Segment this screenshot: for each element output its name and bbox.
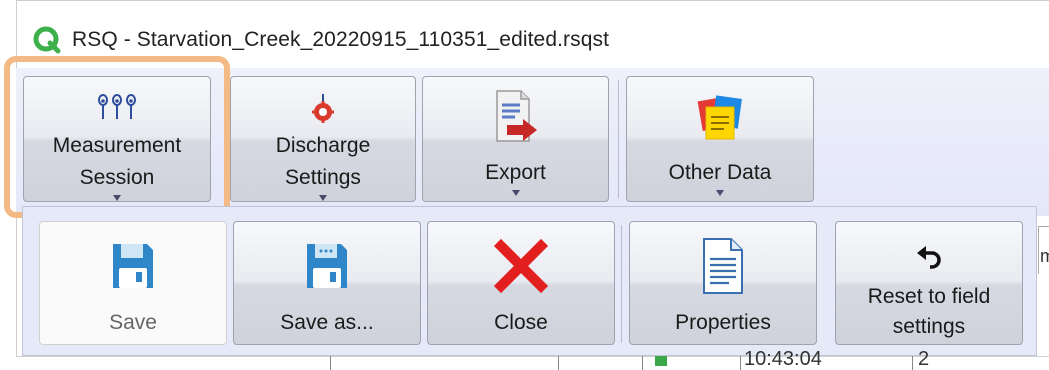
dropdown-caret-icon: [319, 195, 327, 201]
export-label: Export: [485, 161, 546, 184]
document-icon: [701, 236, 745, 296]
measurement-session-label: Measurement Session: [52, 134, 182, 189]
save-label: Save: [109, 311, 157, 334]
undo-arrow-icon: [914, 242, 944, 276]
measurement-session-button[interactable]: Measurement Session: [23, 76, 211, 202]
window-title: RSQ - Starvation_Creek_20220915_110351_e…: [72, 28, 610, 51]
grid-column-divider: [912, 356, 913, 370]
floppy-disk-dots-icon: [304, 236, 350, 296]
discharge-settings-label: Discharge Settings: [275, 134, 371, 189]
discharge-settings-button[interactable]: Discharge Settings: [230, 76, 416, 202]
background-partial-text: m: [1040, 246, 1049, 266]
properties-label: Properties: [675, 311, 771, 334]
red-x-icon: [493, 236, 549, 296]
save-button[interactable]: Save: [39, 221, 227, 345]
background-grid-row: [16, 356, 1049, 370]
dropdown-caret-icon: [113, 195, 121, 201]
save-as-label: Save as...: [280, 311, 374, 334]
grid-column-divider: [558, 356, 559, 370]
main-ribbon: Measurement Session Discharge Settings E…: [16, 68, 1049, 216]
measurement-session-submenu: Save Save as... Close Properties Reset t…: [22, 206, 1037, 356]
close-button[interactable]: Close: [427, 221, 615, 345]
ribbon-separator: [618, 80, 619, 198]
reset-to-field-settings-label: Reset to field settings: [867, 285, 991, 338]
floppy-disk-icon: [110, 236, 156, 296]
other-data-button[interactable]: Other Data: [626, 76, 814, 202]
title-bar: RSQ - Starvation_Creek_20220915_110351_e…: [16, 18, 1049, 62]
properties-button[interactable]: Properties: [629, 221, 817, 345]
submenu-separator: [621, 225, 622, 343]
discharge-gear-icon: [309, 91, 337, 124]
grid-column-divider: [740, 356, 741, 370]
grid-column-divider: [642, 356, 643, 370]
grid-column-divider: [330, 356, 331, 370]
app-q-logo-icon: [33, 26, 61, 54]
save-as-button[interactable]: Save as...: [233, 221, 421, 345]
export-button[interactable]: Export: [422, 76, 609, 202]
checkbox-checked-icon[interactable]: [655, 356, 667, 366]
background-count-cell: 2: [918, 348, 930, 370]
sticky-notes-icon: [696, 89, 744, 145]
measurement-pins-icon: [95, 91, 139, 124]
background-time-cell: 10:43:04: [744, 348, 822, 370]
dropdown-caret-icon: [511, 190, 520, 196]
export-document-arrow-icon: [493, 89, 539, 145]
other-data-label: Other Data: [668, 161, 772, 184]
close-label: Close: [494, 311, 548, 334]
dropdown-caret-icon: [716, 190, 724, 196]
reset-to-field-settings-button[interactable]: Reset to field settings: [835, 221, 1023, 345]
